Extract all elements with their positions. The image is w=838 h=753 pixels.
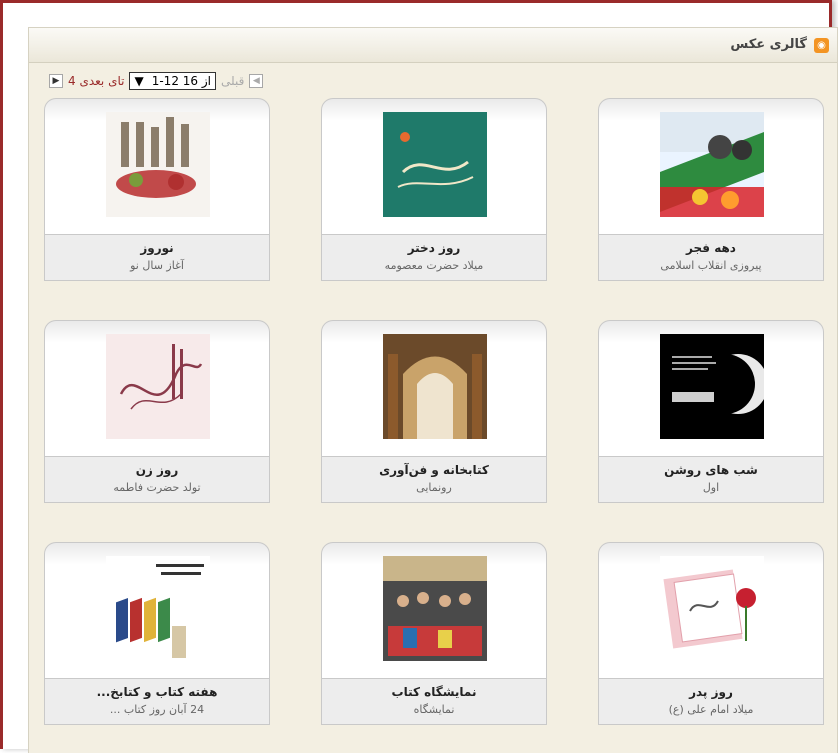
item-subtitle: رونمایی bbox=[416, 481, 452, 494]
item-subtitle: میلاد امام علی (ع) bbox=[668, 703, 754, 716]
gallery-item[interactable]: روز دختر میلاد حضرت معصومه bbox=[321, 98, 547, 281]
page-select[interactable]: ▼ 1-12 از 16 bbox=[129, 72, 217, 90]
item-title[interactable]: روز پدر bbox=[599, 685, 823, 699]
prev-arrow-icon: ◀ bbox=[249, 74, 264, 88]
thumbnail-image[interactable] bbox=[383, 334, 487, 439]
prev-link: قبلی bbox=[221, 74, 245, 88]
pager: ▶ 4 تای بعدی ▼ 1-12 از 16 قبلی ◀ bbox=[49, 72, 264, 90]
thumb-frame bbox=[321, 542, 547, 679]
thumb-frame bbox=[598, 98, 824, 235]
thumbnail-image[interactable] bbox=[106, 556, 210, 661]
item-title[interactable]: هفته کتاب و کتابخ... bbox=[45, 685, 269, 699]
gallery-item[interactable]: هفته کتاب و کتابخ... 24 آبان روز کتاب ..… bbox=[44, 542, 270, 725]
thumbnail-image[interactable] bbox=[660, 334, 764, 439]
item-subtitle: اول bbox=[702, 481, 720, 494]
gallery-item[interactable]: نوروز آغاز سال نو bbox=[44, 98, 270, 281]
item-title[interactable]: نمایشگاه کتاب bbox=[322, 685, 546, 699]
thumb-frame bbox=[321, 320, 547, 457]
item-subtitle: میلاد حضرت معصومه bbox=[384, 259, 484, 272]
gallery-panel: ◉ گالری عکس ▶ 4 تای بعدی ▼ 1-12 از 16 قب… bbox=[28, 27, 838, 753]
item-subtitle: 24 آبان روز کتاب ... bbox=[109, 703, 205, 716]
gallery-item[interactable]: کتابخانه و فن‌آوری رونمایی bbox=[321, 320, 547, 503]
next-arrow-icon[interactable]: ▶ bbox=[49, 74, 63, 88]
chevron-down-icon: ▼ bbox=[134, 74, 144, 88]
item-subtitle: پیروزی انقلاب اسلامی bbox=[660, 259, 762, 272]
item-caption: روز دختر میلاد حضرت معصومه bbox=[321, 234, 547, 281]
gallery-item[interactable]: روز پدر میلاد امام علی (ع) bbox=[598, 542, 824, 725]
thumb-frame bbox=[598, 542, 824, 679]
item-caption: روز زن تولد حضرت فاطمه bbox=[44, 456, 270, 503]
rss-icon[interactable]: ◉ bbox=[814, 38, 829, 53]
gallery-title: گالری عکس bbox=[730, 37, 807, 52]
thumbnail-image[interactable] bbox=[660, 556, 764, 661]
page-frame: ◉ گالری عکس ▶ 4 تای بعدی ▼ 1-12 از 16 قب… bbox=[0, 0, 838, 753]
thumb-frame bbox=[321, 98, 547, 235]
item-caption: نمایشگاه کتاب نمایشگاه bbox=[321, 678, 547, 725]
item-caption: روز پدر میلاد امام علی (ع) bbox=[598, 678, 824, 725]
gallery-header: ◉ گالری عکس bbox=[29, 28, 837, 63]
thumbnail-image[interactable] bbox=[383, 556, 487, 661]
item-title[interactable]: کتابخانه و فن‌آوری bbox=[322, 463, 546, 477]
item-caption: نوروز آغاز سال نو bbox=[44, 234, 270, 281]
item-subtitle: آغاز سال نو bbox=[130, 259, 184, 272]
gallery-item[interactable]: دهه فجر پیروزی انقلاب اسلامی bbox=[598, 98, 824, 281]
item-title[interactable]: نوروز bbox=[45, 241, 269, 255]
item-title[interactable]: شب های روشن bbox=[599, 463, 823, 477]
thumb-frame bbox=[44, 320, 270, 457]
item-caption: هفته کتاب و کتابخ... 24 آبان روز کتاب ..… bbox=[44, 678, 270, 725]
next-link[interactable]: 4 تای بعدی bbox=[68, 74, 124, 88]
gallery-item[interactable]: روز زن تولد حضرت فاطمه bbox=[44, 320, 270, 503]
thumbnail-image[interactable] bbox=[383, 112, 487, 217]
thumbnail-image[interactable] bbox=[106, 112, 210, 217]
page-range: 1-12 از 16 bbox=[151, 74, 212, 88]
item-title[interactable]: روز دختر bbox=[322, 241, 546, 255]
item-subtitle: نمایشگاه bbox=[413, 703, 455, 716]
thumb-frame bbox=[44, 98, 270, 235]
gallery-item[interactable]: نمایشگاه کتاب نمایشگاه bbox=[321, 542, 547, 725]
thumbnail-image[interactable] bbox=[660, 112, 764, 217]
thumb-frame bbox=[44, 542, 270, 679]
item-caption: شب های روشن اول bbox=[598, 456, 824, 503]
gallery-item[interactable]: شب های روشن اول bbox=[598, 320, 824, 503]
item-caption: کتابخانه و فن‌آوری رونمایی bbox=[321, 456, 547, 503]
thumb-frame bbox=[598, 320, 824, 457]
item-title[interactable]: روز زن bbox=[45, 463, 269, 477]
thumbnail-image[interactable] bbox=[106, 334, 210, 439]
item-subtitle: تولد حضرت فاطمه bbox=[113, 481, 201, 494]
item-caption: دهه فجر پیروزی انقلاب اسلامی bbox=[598, 234, 824, 281]
item-title[interactable]: دهه فجر bbox=[599, 241, 823, 255]
